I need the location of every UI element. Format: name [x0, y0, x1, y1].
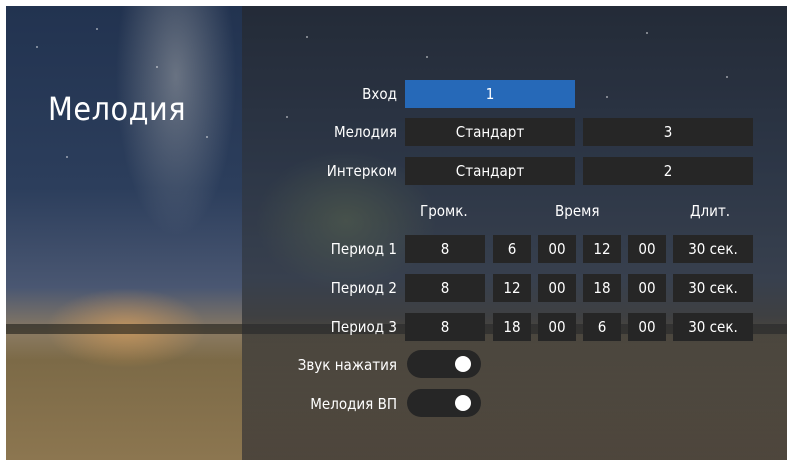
- period-2-end-hour[interactable]: 18: [583, 274, 621, 302]
- settings-panel: [242, 6, 787, 460]
- period-3-label: Период 3: [330, 318, 397, 336]
- star: [726, 76, 728, 78]
- period-3-end-hour[interactable]: 6: [583, 313, 621, 341]
- volume-header: Громк.: [420, 202, 468, 220]
- period-1-start-hour[interactable]: 6: [493, 235, 531, 263]
- period-1-volume[interactable]: 8: [405, 235, 485, 263]
- star: [66, 156, 68, 158]
- screen-background: Мелодия: [6, 6, 787, 460]
- star: [156, 66, 158, 68]
- melody-vp-toggle[interactable]: [407, 389, 481, 417]
- period-1-duration[interactable]: 30 сек.: [673, 235, 753, 263]
- melody-select[interactable]: Стандарт: [405, 118, 575, 146]
- period-2-end-minute[interactable]: 00: [628, 274, 666, 302]
- period-1-start-minute[interactable]: 00: [538, 235, 576, 263]
- period-2-volume[interactable]: 8: [405, 274, 485, 302]
- period-3-volume[interactable]: 8: [405, 313, 485, 341]
- duration-header: Длит.: [690, 202, 731, 220]
- night-sky-image: [6, 6, 242, 460]
- star: [426, 56, 428, 58]
- page-title: Мелодия: [48, 90, 186, 128]
- intercom-melody-select[interactable]: Стандарт: [405, 157, 575, 185]
- key-sound-label: Звук нажатия: [297, 356, 397, 374]
- period-3-duration[interactable]: 30 сек.: [673, 313, 753, 341]
- period-1-end-minute[interactable]: 00: [628, 235, 666, 263]
- melody-volume-select[interactable]: 3: [583, 118, 753, 146]
- star: [36, 46, 38, 48]
- intercom-label: Интерком: [326, 162, 397, 180]
- period-1-end-hour[interactable]: 12: [583, 235, 621, 263]
- star: [286, 116, 288, 118]
- intercom-volume-select[interactable]: 2: [583, 157, 753, 185]
- period-3-end-minute[interactable]: 00: [628, 313, 666, 341]
- period-2-start-minute[interactable]: 00: [538, 274, 576, 302]
- star: [206, 136, 208, 138]
- period-2-label: Период 2: [330, 279, 397, 297]
- time-header: Время: [555, 202, 600, 220]
- period-2-duration[interactable]: 30 сек.: [673, 274, 753, 302]
- input-label: Вход: [362, 85, 397, 103]
- star: [606, 96, 608, 98]
- star: [96, 28, 98, 30]
- period-3-start-hour[interactable]: 18: [493, 313, 531, 341]
- star: [306, 36, 308, 38]
- melody-label: Мелодия: [333, 123, 397, 141]
- toggle-knob: [455, 356, 471, 372]
- star: [646, 32, 648, 34]
- period-2-start-hour[interactable]: 12: [493, 274, 531, 302]
- toggle-knob: [455, 395, 471, 411]
- key-sound-toggle[interactable]: [407, 350, 481, 378]
- period-3-start-minute[interactable]: 00: [538, 313, 576, 341]
- input-select[interactable]: 1: [405, 80, 575, 108]
- period-1-label: Период 1: [330, 240, 397, 258]
- melody-vp-label: Мелодия ВП: [310, 395, 397, 413]
